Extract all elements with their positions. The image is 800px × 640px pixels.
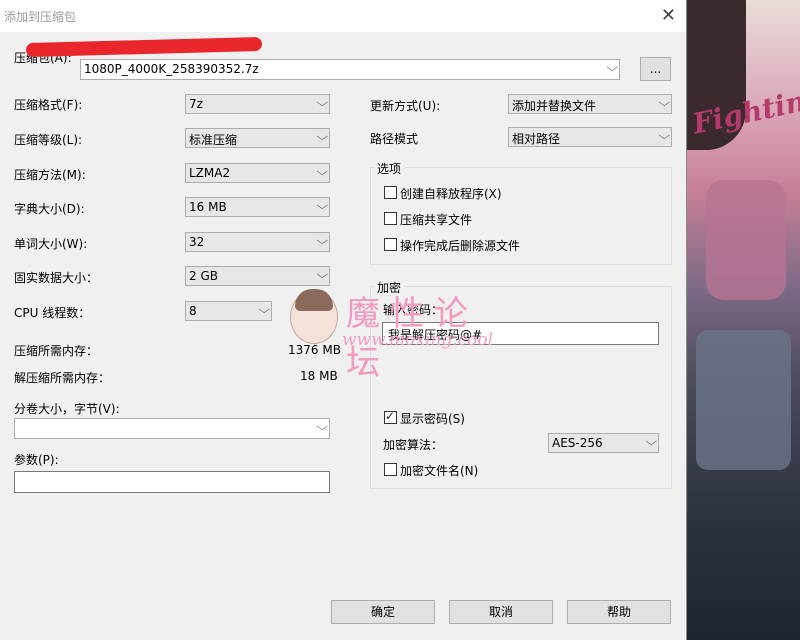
- ok-button[interactable]: 确定: [331, 600, 435, 624]
- encrypt-names-label: 加密文件名(N): [400, 464, 479, 478]
- chevron-down-icon: ⌵: [605, 61, 618, 74]
- method-select[interactable]: LZMA2 ⌵: [185, 163, 330, 183]
- cancel-button[interactable]: 取消: [449, 600, 553, 624]
- update-value: 添加并替换文件: [512, 99, 597, 113]
- chevron-down-icon: ⌵: [315, 420, 328, 433]
- enc-method-value: AES-256: [552, 436, 603, 450]
- delete-after-checkbox[interactable]: [384, 238, 397, 251]
- password-label: 输入密码：: [383, 303, 444, 317]
- params-label: 参数(P):: [14, 453, 59, 467]
- password-value: 我是解压密码@#: [388, 328, 483, 342]
- desktop-background: Fightin: [686, 0, 800, 640]
- show-password-checkbox[interactable]: [384, 409, 397, 424]
- format-select[interactable]: 7z ⌵: [185, 94, 330, 114]
- cpu-max: / 8: [318, 304, 334, 318]
- mem-compress-label: 压缩所需内存：: [14, 344, 99, 358]
- delete-after-label: 操作完成后删除源文件: [400, 239, 521, 253]
- chevron-down-icon: ⌵: [657, 129, 670, 142]
- word-value: 32: [189, 235, 205, 249]
- mem-decompress-label: 解压缩所需内存：: [14, 371, 111, 385]
- redaction-mark: [25, 36, 263, 58]
- cpu-value: 8: [189, 304, 197, 318]
- help-button[interactable]: 帮助: [567, 600, 671, 624]
- update-select[interactable]: 添加并替换文件 ⌵: [508, 94, 672, 114]
- chevron-down-icon: ⌵: [644, 435, 657, 448]
- volume-label: 分卷大小，字节(V):: [14, 402, 120, 416]
- solid-label: 固实数据大小：: [14, 271, 99, 285]
- window-title: 添加到压缩包: [4, 10, 77, 24]
- mem-compress-value: 1376 MB: [288, 343, 341, 357]
- title-bar: 添加到压缩包 ✕: [0, 0, 686, 32]
- options-title: 选项: [374, 160, 405, 177]
- method-value: LZMA2: [189, 166, 231, 180]
- password-input[interactable]: 我是解压密码@#: [382, 322, 659, 345]
- show-password-label: 显示密码(S): [400, 412, 465, 426]
- chevron-down-icon: ⌵: [257, 303, 270, 316]
- dict-label: 字典大小(D):: [14, 202, 85, 216]
- shared-files-label: 压缩共享文件: [400, 213, 473, 227]
- background-art-mech-lower: [696, 330, 791, 470]
- chevron-down-icon: ⌵: [315, 165, 328, 178]
- enc-method-select[interactable]: AES-256 ⌵: [548, 433, 659, 453]
- sfx-checkbox[interactable]: [384, 186, 397, 199]
- encryption-title: 加密: [374, 279, 405, 296]
- chevron-down-icon: ⌵: [315, 234, 328, 247]
- chevron-down-icon: ⌵: [657, 96, 670, 109]
- archive-path-value: 1080P_4000K_258390352.7z: [84, 62, 259, 76]
- dict-select[interactable]: 16 MB ⌵: [185, 197, 330, 217]
- volume-combo[interactable]: ⌵: [14, 418, 330, 439]
- solid-value: 2 GB: [189, 269, 218, 283]
- dict-value: 16 MB: [189, 200, 227, 214]
- encrypt-names-checkbox[interactable]: [384, 463, 397, 476]
- update-label: 更新方式(U):: [370, 99, 441, 113]
- path-value: 相对路径: [512, 132, 561, 146]
- format-value: 7z: [189, 97, 203, 111]
- browse-button[interactable]: ...: [640, 57, 671, 81]
- archive-path-combo[interactable]: 1080P_4000K_258390352.7z ⌵: [80, 59, 620, 80]
- chevron-down-icon: ⌵: [315, 130, 328, 143]
- cpu-select[interactable]: 8 ⌵: [185, 301, 272, 321]
- level-select[interactable]: 标准压缩 ⌵: [185, 128, 330, 148]
- chevron-down-icon: ⌵: [315, 199, 328, 212]
- enc-method-label: 加密算法：: [383, 438, 444, 452]
- word-label: 单词大小(W):: [14, 237, 88, 251]
- cpu-label: CPU 线程数：: [14, 306, 91, 320]
- params-input[interactable]: [14, 471, 330, 493]
- chevron-down-icon: ⌵: [315, 96, 328, 109]
- sfx-label: 创建自释放程序(X): [400, 187, 502, 201]
- chevron-down-icon: ⌵: [315, 268, 328, 281]
- shared-files-checkbox[interactable]: [384, 212, 397, 225]
- add-to-archive-dialog: 添加到压缩包 ✕ 压缩包(A): 090 1080P_4000K_2583903…: [0, 0, 687, 640]
- level-value: 标准压缩: [189, 133, 238, 147]
- mem-decompress-value: 18 MB: [300, 369, 338, 383]
- level-label: 压缩等级(L):: [14, 133, 83, 147]
- path-label: 路径模式: [370, 132, 419, 146]
- path-select[interactable]: 相对路径 ⌵: [508, 127, 672, 147]
- word-select[interactable]: 32 ⌵: [185, 232, 330, 252]
- format-label: 压缩格式(F):: [14, 98, 83, 112]
- solid-select[interactable]: 2 GB ⌵: [185, 266, 330, 286]
- method-label: 压缩方法(M):: [14, 168, 86, 182]
- close-icon[interactable]: ✕: [661, 5, 676, 26]
- background-art-mech: [706, 180, 786, 300]
